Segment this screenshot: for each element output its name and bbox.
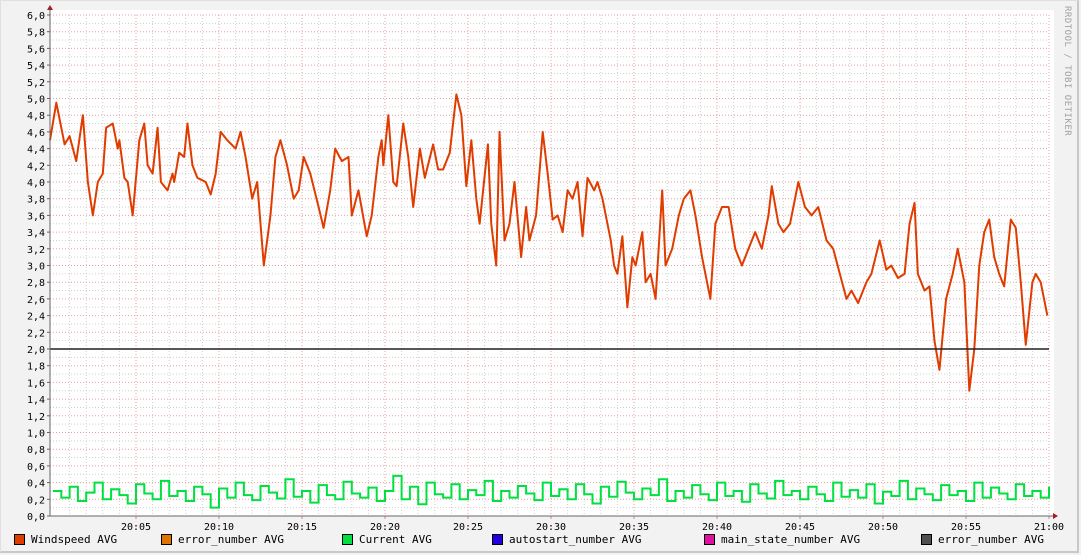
- y-tick-label: 0,0: [27, 512, 45, 523]
- y-tick-label: 1,8: [27, 362, 45, 373]
- y-tick-label: 2,8: [27, 278, 45, 289]
- y-tick-label: 1,0: [27, 429, 45, 440]
- y-tick-label: 5,4: [27, 61, 45, 72]
- y-tick-label: 3,4: [27, 228, 45, 239]
- legend-item-error-number-2: error_number AVG: [921, 533, 1044, 546]
- y-tick-label: 0,8: [27, 445, 45, 456]
- plot-area: [50, 10, 1054, 516]
- y-tick-label: 6,0: [27, 11, 45, 22]
- y-tick-label: 3,6: [27, 211, 45, 222]
- legend-swatch: [704, 534, 715, 545]
- y-tick-label: 5,2: [27, 78, 45, 89]
- y-tick-label: 5,6: [27, 44, 45, 55]
- y-tick-label: 3,8: [27, 195, 45, 206]
- legend-item-error-number: error_number AVG: [161, 533, 342, 546]
- x-axis-arrow-icon: [1053, 513, 1058, 519]
- y-axis-arrow-icon: [47, 5, 53, 10]
- legend-swatch: [342, 534, 353, 545]
- legend-swatch: [14, 534, 25, 545]
- y-tick-label: 1,4: [27, 395, 45, 406]
- y-tick-label: 3,0: [27, 262, 45, 273]
- y-tick-label: 2,4: [27, 312, 45, 323]
- legend-label: error_number AVG: [178, 533, 284, 546]
- legend: Windspeed AVG error_number AVG Current A…: [14, 533, 1044, 546]
- x-tick-label: 20:30: [536, 522, 566, 533]
- legend-swatch: [921, 534, 932, 545]
- y-tick-label: 4,0: [27, 178, 45, 189]
- rrdtool-watermark: RRDTOOL / TOBI OETIKER: [1062, 6, 1072, 137]
- x-tick-label: 20:05: [121, 522, 151, 533]
- y-tick-label: 4,2: [27, 161, 45, 172]
- x-tick-label: 20:20: [370, 522, 400, 533]
- y-tick-label: 2,2: [27, 328, 45, 339]
- legend-label: Current AVG: [359, 533, 432, 546]
- legend-swatch: [161, 534, 172, 545]
- y-tick-label: 4,8: [27, 111, 45, 122]
- legend-item-current: Current AVG: [342, 533, 492, 546]
- legend-label: Windspeed AVG: [31, 533, 118, 546]
- legend-swatch: [492, 534, 503, 545]
- y-tick-label: 5,8: [27, 28, 45, 39]
- x-tick-label: 20:10: [204, 522, 234, 533]
- y-tick-label: 1,6: [27, 378, 45, 389]
- chart-plot: 0,0 0,2 0,4 0,6 0,8 1,0 1,2 1,4 1,6 1,8 2,0 2,2 2,4 2…: [27, 5, 1064, 533]
- x-tick-label: 20:55: [951, 522, 981, 533]
- y-tick-label: 0,6: [27, 462, 45, 473]
- y-tick-label: 3,2: [27, 245, 45, 256]
- legend-label: autostart_number AVG: [509, 533, 642, 546]
- x-tick-label: 20:15: [287, 522, 317, 533]
- y-tick-label: 5,0: [27, 95, 45, 106]
- x-tick-label: 20:40: [702, 522, 732, 533]
- y-tick-label: 0,4: [27, 479, 45, 490]
- legend-item-windspeed: Windspeed AVG: [14, 533, 161, 546]
- x-tick-label: 20:50: [868, 522, 898, 533]
- y-tick-label: 2,0: [27, 345, 45, 356]
- x-tick-label: 20:25: [453, 522, 483, 533]
- x-tick-label: 20:45: [785, 522, 815, 533]
- y-tick-label: 4,6: [27, 128, 45, 139]
- y-tick-label: 0,2: [27, 495, 45, 506]
- y-tick-label: 4,4: [27, 145, 45, 156]
- y-tick-label: 2,6: [27, 295, 45, 306]
- x-tick-label: 21:00: [1034, 522, 1064, 533]
- legend-item-main-state-number: main_state_number AVG: [704, 533, 921, 546]
- x-tick-label: 20:35: [619, 522, 649, 533]
- legend-label: error_number AVG: [938, 533, 1044, 546]
- legend-label: main_state_number AVG: [721, 533, 861, 546]
- legend-item-autostart-number: autostart_number AVG: [492, 533, 704, 546]
- y-tick-label: 1,2: [27, 412, 45, 423]
